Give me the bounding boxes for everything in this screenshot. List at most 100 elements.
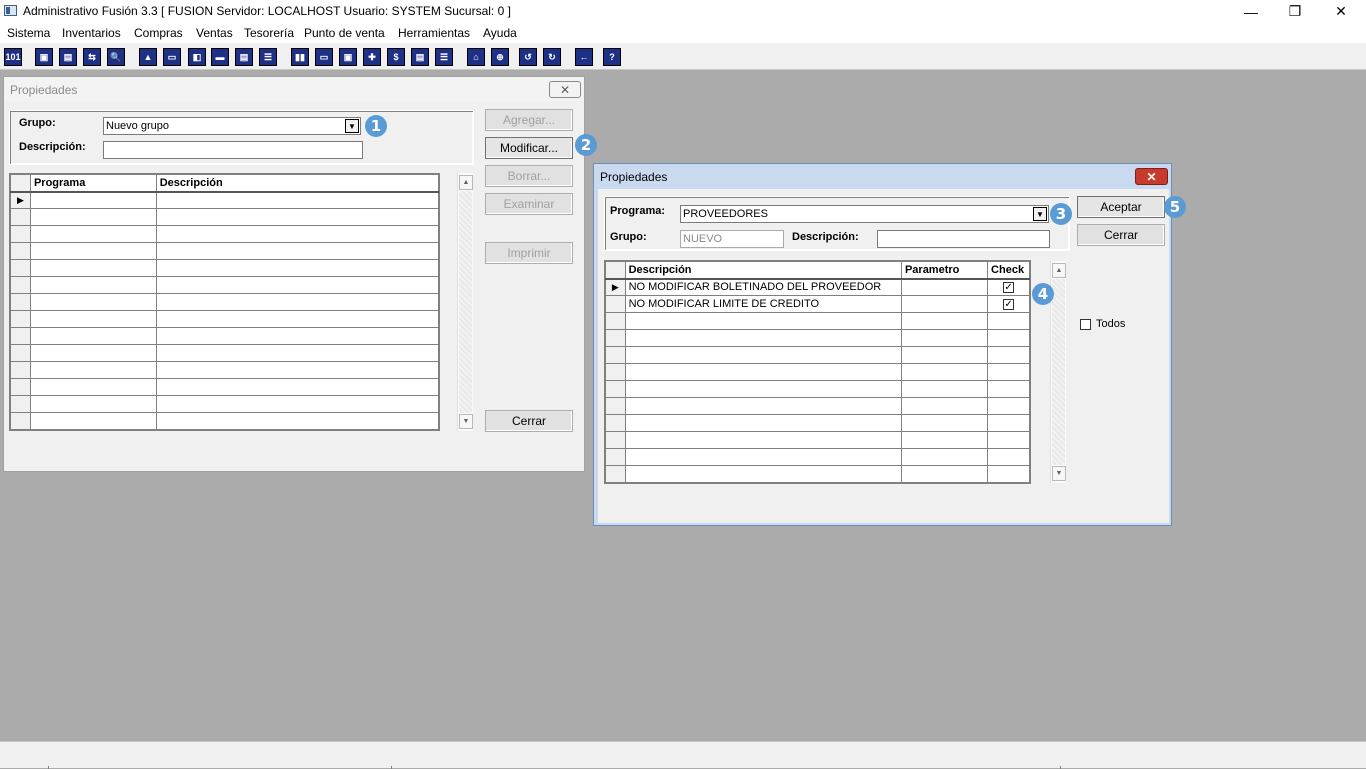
cell-parametro[interactable] — [900, 363, 989, 381]
cell-descripcion[interactable] — [155, 225, 439, 243]
row-header[interactable]: ▶ — [605, 278, 626, 296]
cell-parametro[interactable] — [900, 448, 989, 466]
column-header-descripcion[interactable]: Descripción — [155, 174, 439, 193]
close-window-icon[interactable]: ✕ — [1135, 168, 1168, 185]
table-row[interactable]: ▶ NO MODIFICAR BOLETINADO DEL PROVEEDOR ✓ — [605, 278, 1030, 296]
toolbar-list-icon[interactable]: ☰ — [259, 48, 277, 66]
imprimir-button[interactable]: Imprimir — [485, 242, 573, 264]
table-row[interactable] — [10, 259, 439, 277]
row-header[interactable] — [10, 327, 31, 345]
cell-check[interactable] — [987, 312, 1030, 330]
descripcion-input[interactable] — [103, 141, 363, 159]
cell-descripcion[interactable] — [624, 431, 902, 449]
cell-parametro[interactable] — [900, 295, 989, 313]
close-app-button[interactable]: ✕ — [1318, 0, 1364, 23]
cell-parametro[interactable] — [900, 329, 989, 347]
table-row[interactable] — [605, 448, 1030, 466]
modificar-button[interactable]: Modificar... — [485, 137, 573, 159]
cell-programa[interactable] — [29, 361, 157, 379]
cell-check[interactable] — [987, 363, 1030, 381]
table-row[interactable] — [605, 363, 1030, 381]
cell-programa[interactable] — [29, 259, 157, 277]
cell-programa[interactable] — [29, 225, 157, 243]
cell-descripcion[interactable] — [155, 378, 439, 396]
toolbar-user-icon[interactable]: ▲ — [139, 48, 157, 66]
toolbar-add-icon[interactable]: ✚ — [363, 48, 381, 66]
programas-grid[interactable]: Programa Descripción ▶ — [9, 173, 440, 431]
scroll-track[interactable] — [1052, 279, 1065, 465]
toolbar-help-icon[interactable]: ? — [603, 48, 621, 66]
row-header[interactable] — [10, 378, 31, 396]
menu-sistema[interactable]: Sistema — [7, 26, 50, 40]
row-header[interactable] — [605, 448, 626, 466]
cell-programa[interactable] — [29, 242, 157, 260]
row-header[interactable] — [605, 465, 626, 483]
cell-programa[interactable] — [29, 378, 157, 396]
cell-programa[interactable] — [29, 310, 157, 328]
toolbar-report-icon[interactable]: ▤ — [411, 48, 429, 66]
scroll-down-icon[interactable]: ▼ — [459, 414, 473, 429]
table-row[interactable] — [605, 397, 1030, 415]
row-header[interactable] — [605, 414, 626, 432]
toolbar-document-icon[interactable]: ▤ — [235, 48, 253, 66]
row-header[interactable] — [10, 259, 31, 277]
cell-descripcion[interactable] — [155, 412, 439, 430]
cell-parametro[interactable] — [900, 278, 989, 296]
cell-descripcion[interactable] — [155, 191, 439, 209]
row-header[interactable] — [10, 412, 31, 430]
cell-parametro[interactable] — [900, 431, 989, 449]
cell-descripcion[interactable] — [624, 414, 902, 432]
minimize-button[interactable]: — — [1228, 0, 1274, 23]
programa-select[interactable]: PROVEEDORES ▼ — [680, 205, 1049, 223]
cell-descripcion[interactable] — [155, 293, 439, 311]
borrar-button[interactable]: Borrar... — [485, 165, 573, 187]
cell-descripcion[interactable] — [624, 465, 902, 483]
agregar-button[interactable]: Agregar... — [485, 109, 573, 131]
cell-programa[interactable] — [29, 395, 157, 413]
toolbar-home-icon[interactable]: ⌂ — [467, 48, 485, 66]
scroll-down-icon[interactable]: ▼ — [1052, 466, 1066, 481]
menu-ventas[interactable]: Ventas — [196, 26, 233, 40]
restore-button[interactable]: ❐ — [1272, 0, 1318, 23]
table-row[interactable] — [10, 378, 439, 396]
table-row[interactable] — [10, 412, 439, 430]
cell-descripcion[interactable] — [624, 380, 902, 398]
cell-programa[interactable] — [29, 191, 157, 209]
table-row[interactable] — [10, 361, 439, 379]
descripcion-input[interactable] — [877, 230, 1050, 248]
toolbar-zoom-icon[interactable]: ⊕ — [491, 48, 509, 66]
toolbar-undo-icon[interactable]: ↻ — [543, 48, 561, 66]
cell-check[interactable] — [987, 346, 1030, 364]
row-checkbox[interactable]: ✓ — [1003, 281, 1015, 293]
cell-descripcion[interactable] — [624, 329, 902, 347]
row-header[interactable]: ▶ — [10, 191, 31, 209]
row-header[interactable] — [10, 344, 31, 362]
scroll-up-icon[interactable]: ▲ — [1052, 263, 1066, 278]
cell-check[interactable] — [987, 465, 1030, 483]
cell-descripcion[interactable] — [155, 259, 439, 277]
toolbar-transfer-icon[interactable]: ⇆ — [83, 48, 101, 66]
cell-programa[interactable] — [29, 327, 157, 345]
table-row[interactable] — [605, 329, 1030, 347]
cell-descripcion[interactable]: NO MODIFICAR BOLETINADO DEL PROVEEDOR — [624, 278, 902, 296]
row-header[interactable] — [10, 361, 31, 379]
menu-compras[interactable]: Compras — [134, 26, 183, 40]
cell-descripcion[interactable] — [155, 276, 439, 294]
table-row[interactable] — [10, 327, 439, 345]
cell-check[interactable] — [987, 431, 1030, 449]
toolbar-refresh-icon[interactable]: ↺ — [519, 48, 537, 66]
toolbar-back-icon[interactable]: ← — [575, 48, 593, 66]
row-header[interactable] — [605, 380, 626, 398]
toolbar-export-icon[interactable]: ▣ — [339, 48, 357, 66]
table-row[interactable] — [605, 414, 1030, 432]
column-header-programa[interactable]: Programa — [29, 174, 157, 193]
scroll-up-icon[interactable]: ▲ — [459, 175, 473, 190]
cell-descripcion[interactable] — [624, 312, 902, 330]
cell-programa[interactable] — [29, 412, 157, 430]
toolbar-print-icon[interactable]: ▬ — [211, 48, 229, 66]
cell-descripcion[interactable]: NO MODIFICAR LIMITE DE CREDITO — [624, 295, 902, 313]
cell-parametro[interactable] — [900, 465, 989, 483]
cell-descripcion[interactable] — [624, 346, 902, 364]
cell-programa[interactable] — [29, 293, 157, 311]
row-header[interactable] — [605, 329, 626, 347]
